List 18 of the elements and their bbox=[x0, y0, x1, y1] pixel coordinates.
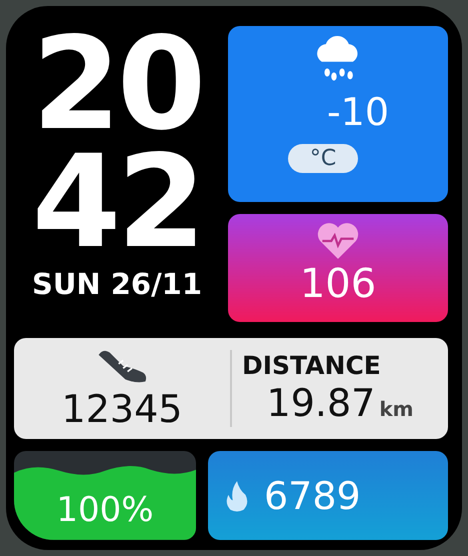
calories-tile[interactable]: 6789 bbox=[208, 451, 448, 540]
minutes: 42 bbox=[32, 144, 202, 262]
distance-value: 19.87 bbox=[266, 380, 376, 426]
hours: 20 bbox=[32, 26, 202, 144]
flame-icon bbox=[224, 480, 250, 512]
heart-rate-tile[interactable]: 106 bbox=[228, 214, 448, 322]
battery-tile[interactable]: 100% bbox=[14, 451, 196, 540]
heart-pulse-icon bbox=[315, 222, 361, 260]
distance-unit: km bbox=[379, 397, 414, 422]
calories: 6789 bbox=[264, 474, 361, 518]
battery-percent: 100% bbox=[56, 490, 154, 530]
weather-tile[interactable]: -10 °C bbox=[228, 26, 448, 202]
step-count: 12345 bbox=[62, 386, 182, 432]
date: SUN 26/11 bbox=[32, 266, 202, 303]
distance-label: DISTANCE bbox=[242, 351, 381, 380]
unit-badge: °C bbox=[288, 144, 358, 173]
temperature: -10 bbox=[326, 90, 390, 134]
heart-rate: 106 bbox=[300, 260, 376, 308]
